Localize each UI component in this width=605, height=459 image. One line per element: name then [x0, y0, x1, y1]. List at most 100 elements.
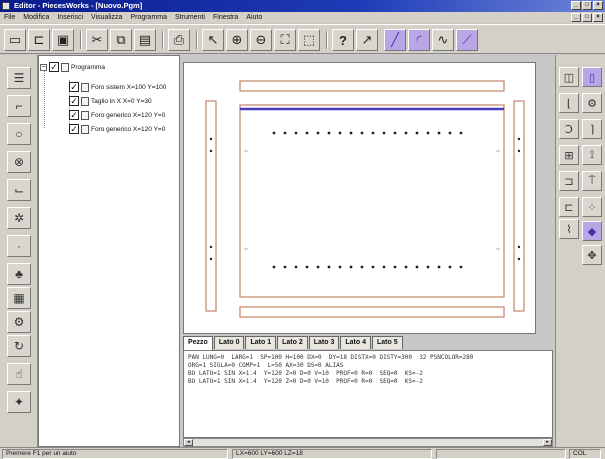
hole-row-bottom — [272, 265, 463, 269]
code-editor[interactable]: PAN LUNG=0 LARG=1 SP=100 H=100 DX=0 DY=1… — [183, 350, 553, 438]
minimize-button[interactable]: _ — [571, 1, 581, 10]
app-icon[interactable] — [2, 2, 10, 10]
offset-tool-icon[interactable]: ⊏ — [559, 197, 579, 217]
tall-tool-icon[interactable]: ⟟ — [582, 145, 602, 165]
code-line: BO LATO=1 SIN X=1.4 Y=120 Z=0 D=0 V=10 P… — [188, 370, 423, 377]
side-strip-right — [513, 100, 525, 312]
checkbox[interactable]: ✓ — [49, 62, 59, 72]
program-icon — [61, 62, 69, 72]
help-icon[interactable]: ? — [332, 29, 354, 51]
menu-file[interactable]: File — [4, 12, 15, 23]
panel-icon[interactable]: ☰ — [7, 67, 31, 89]
menu-programma[interactable]: Programma — [130, 12, 167, 23]
mdi-close-button[interactable]: × — [593, 13, 603, 22]
code-line: BO LATO=1 SIN X=1.4 Y=120 Z=0 D=0 V=10 P… — [188, 378, 423, 385]
tab-lato-1[interactable]: Lato 1 — [245, 336, 277, 349]
checkbox[interactable]: ✓ — [69, 124, 79, 134]
tree-root[interactable]: − ✓ Programma — [40, 62, 105, 72]
draw-arc-icon[interactable]: ◜ — [408, 29, 430, 51]
menu-visualizza[interactable]: Visualizza — [91, 12, 122, 23]
window-title: Editor - PiecesWorks - [Nuovo.Pgm] — [14, 1, 143, 10]
drawing-canvas[interactable] — [183, 62, 536, 334]
side-view-icon[interactable]: ▯ — [582, 67, 602, 87]
panel-view-icon[interactable]: ◫ — [559, 67, 579, 87]
checkbox[interactable]: ✓ — [69, 96, 79, 106]
tab-lato-5[interactable]: Lato 5 — [371, 336, 403, 349]
hinge-tool-icon[interactable]: ⍑ — [582, 171, 602, 191]
operation-icon — [81, 82, 89, 92]
arrow-cursor-icon[interactable]: ↖ — [202, 29, 224, 51]
horizontal-scrollbar[interactable]: ◂ ▸ — [183, 438, 553, 447]
menu-modifica[interactable]: Modifica — [23, 12, 49, 23]
tab-pezzo[interactable]: Pezzo — [183, 336, 213, 350]
scroll-right-icon[interactable]: ▸ — [543, 439, 552, 446]
settings-icon[interactable]: ✦ — [7, 391, 31, 413]
zoom-all-icon[interactable]: ⬚ — [298, 29, 320, 51]
menu-strumenti[interactable]: Strumenti — [175, 12, 205, 23]
open-folder-icon[interactable]: ⊏ — [28, 29, 50, 51]
operation-icon — [81, 124, 89, 134]
checkbox[interactable]: ✓ — [69, 82, 79, 92]
arc-tool-icon[interactable]: Ↄ — [559, 119, 579, 139]
tree-item[interactable]: ✓ Foro generico X=120 Y=0 — [69, 124, 165, 134]
zoom-out-icon[interactable]: ⊖ — [250, 29, 272, 51]
edge-view-icon[interactable]: ⌊ — [559, 93, 579, 113]
paste-icon[interactable]: ▤ — [134, 29, 156, 51]
tree-item[interactable]: ✓ Foro sistem X=100 Y=100 — [69, 82, 166, 92]
maximize-button[interactable]: □ — [582, 1, 592, 10]
leaf-icon[interactable]: ♣ — [7, 263, 31, 285]
copy-icon[interactable]: ⧉ — [110, 29, 132, 51]
slot-icon[interactable]: ⌙ — [7, 179, 31, 201]
menu-finestra[interactable]: Finestra — [213, 12, 238, 23]
rotate-icon[interactable]: ↻ — [7, 335, 31, 357]
panel-drawing — [205, 80, 525, 318]
mdi-restore-button[interactable]: □ — [582, 13, 592, 22]
drill-icon[interactable]: ⊗ — [7, 151, 31, 173]
tab-lato-4[interactable]: Lato 4 — [340, 336, 371, 349]
mdi-minimize-button[interactable]: _ — [571, 13, 581, 22]
pocket-icon[interactable]: ✲ — [7, 207, 31, 229]
scroll-left-icon[interactable]: ◂ — [184, 439, 193, 446]
empty-tool-icon[interactable]: · — [7, 235, 31, 257]
tree-item-label: Foro sistem X=100 Y=100 — [91, 83, 167, 91]
sheet-icon[interactable]: ▦ — [7, 287, 31, 309]
grid-tool-icon[interactable]: ⊞ — [559, 145, 579, 165]
tree-item[interactable]: ✓ Foro generico X=120 Y=0 — [69, 110, 165, 120]
dot-tool-icon[interactable]: ⁘ — [582, 197, 602, 217]
tab-lato-2[interactable]: Lato 2 — [277, 336, 308, 349]
cut-tool-icon[interactable]: ⌇ — [559, 219, 579, 239]
tab-lato-0[interactable]: Lato 0 — [213, 336, 245, 349]
zoom-in-icon[interactable]: ⊕ — [226, 29, 248, 51]
draw-curve-icon[interactable]: ∿ — [432, 29, 454, 51]
draw-line-icon[interactable]: ╱ — [384, 29, 406, 51]
print-icon[interactable]: ⎙ — [168, 29, 190, 51]
context-help-icon[interactable]: ↗ — [356, 29, 378, 51]
status-bar: Premere F1 per un aiuto LX=600 LY=600 LZ… — [0, 447, 605, 459]
close-button[interactable]: × — [593, 1, 603, 10]
gear-tool-icon[interactable]: ⚙ — [7, 311, 31, 333]
collapse-icon[interactable]: − — [40, 63, 47, 71]
corner-tool-icon[interactable]: ⊐ — [559, 171, 579, 191]
pointer-icon[interactable]: ☝ — [7, 363, 31, 385]
cut-icon[interactable]: ✂ — [86, 29, 108, 51]
highlight-tool-icon[interactable]: ◆ — [582, 221, 602, 241]
move-tool-icon[interactable]: ✥ — [582, 245, 602, 265]
zoom-window-icon[interactable]: ⛶ — [274, 29, 296, 51]
draw-path-icon[interactable]: ⟋ — [456, 29, 478, 51]
right-toolbar: ◫ ▯ ⌊ ⚙ Ↄ ⌉ ⊞ ⟟ ⊐ ⍑ ⊏ ⁘ ⌇ ◆ ✥ — [555, 55, 605, 447]
operation-icon — [81, 96, 89, 106]
edge-icon[interactable]: ⌐ — [7, 95, 31, 117]
menu-inserisci[interactable]: Inserisci — [57, 12, 83, 23]
view-tabs: Pezzo Lato 0 Lato 1 Lato 2 Lato 3 Lato 4… — [183, 336, 536, 350]
checkbox[interactable]: ✓ — [69, 110, 79, 120]
tree-item-label: Foro generico X=120 Y=0 — [91, 125, 166, 133]
tick-marks — [244, 150, 500, 250]
gear-icon[interactable]: ⚙ — [582, 93, 602, 113]
circle-hole-icon[interactable]: ○ — [7, 123, 31, 145]
menu-aiuto[interactable]: Aiuto — [246, 12, 262, 23]
save-disk-icon[interactable]: ▣ — [52, 29, 74, 51]
new-document-icon[interactable]: ▭ — [4, 29, 26, 51]
vertical-tool-icon[interactable]: ⌉ — [582, 119, 602, 139]
tree-item[interactable]: ✓ Taglio in X X=0 Y=30 — [69, 96, 152, 106]
tab-lato-3[interactable]: Lato 3 — [308, 336, 340, 349]
